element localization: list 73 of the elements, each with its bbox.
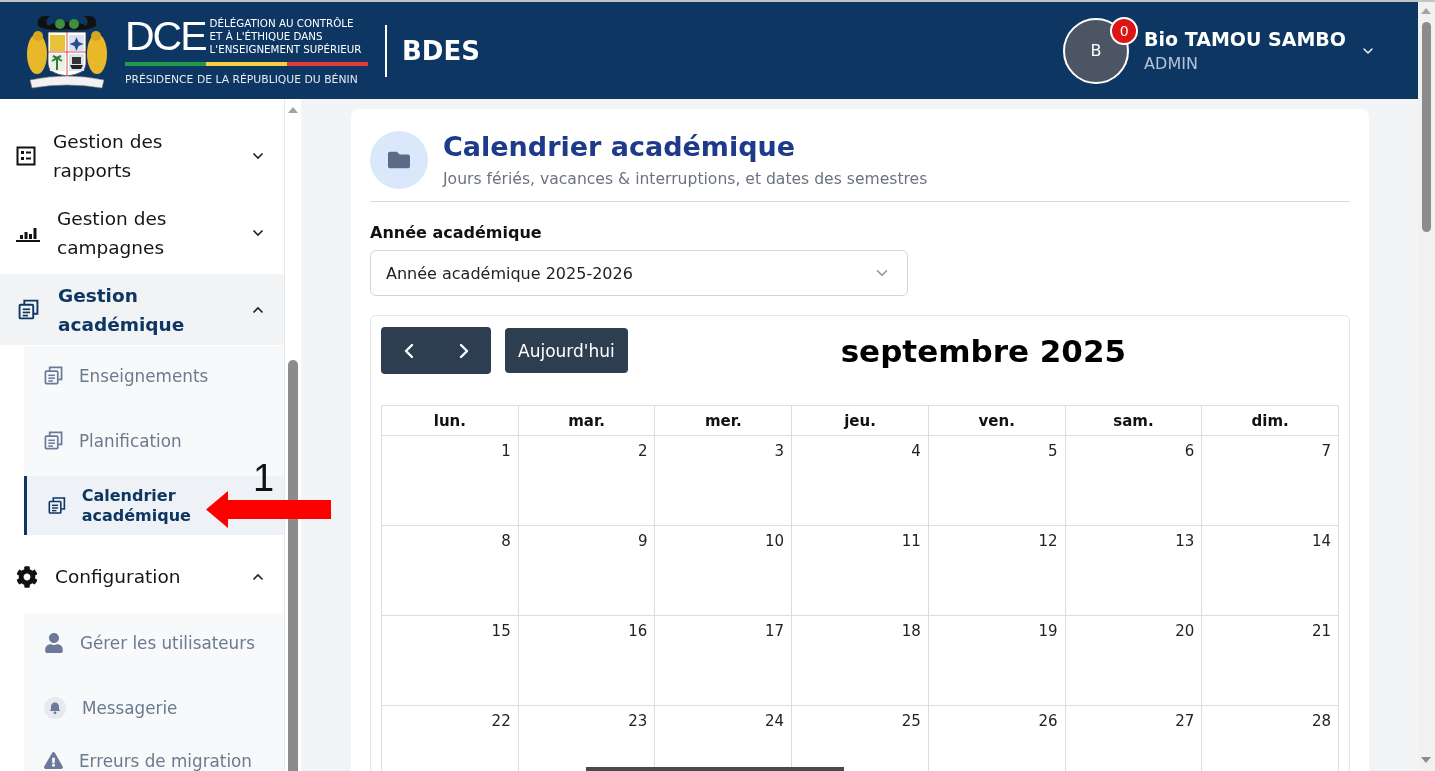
settings-icon: [16, 565, 38, 588]
weekday-header-cell: jeu.: [792, 406, 929, 436]
field-label: Année académique: [370, 223, 543, 243]
calendar-day-cell[interactable]: 15: [382, 616, 519, 706]
calendar-day-cell[interactable]: 5: [928, 436, 1066, 526]
pointer-arrow-icon: [206, 491, 331, 528]
calendar-day-cell[interactable]: 1: [382, 436, 519, 526]
user-role: ADMIN: [1144, 52, 1199, 75]
documents-icon: [48, 496, 66, 515]
logo-name-line: L'ENSEIGNEMENT SUPÉRIEUR: [209, 42, 362, 56]
calendar-day-cell[interactable]: 22: [382, 706, 519, 771]
bell-icon: [44, 696, 66, 719]
submenu-item[interactable]: Gérer les utilisateurs: [24, 613, 284, 672]
logo-name-line: ET À L'ÉTHIQUE DANS: [209, 29, 324, 43]
calendar-title: septembre 2025: [840, 332, 1127, 369]
sidebar-menu-item[interactable]: Configuration: [0, 541, 284, 612]
app-name: BDES: [402, 35, 480, 66]
calendar-day-cell[interactable]: 18: [792, 616, 929, 706]
calendar-day-cell[interactable]: 10: [655, 526, 793, 616]
chevron-up-icon: [252, 305, 264, 314]
calendar-day-cell[interactable]: 3: [655, 436, 793, 526]
calendar-day-cell[interactable]: 12: [928, 526, 1066, 616]
user-icon: [44, 632, 64, 653]
calendar-day-cell[interactable]: 19: [928, 616, 1066, 706]
sidebar-menu-item[interactable]: Gestion des rapports: [0, 120, 284, 191]
year-select[interactable]: Année académique 2025-2026: [370, 250, 908, 296]
calendar-day-cell[interactable]: 28: [1202, 706, 1339, 771]
today-button[interactable]: Aujourd'hui: [505, 328, 628, 373]
sidebar-scrollbar[interactable]: [285, 99, 301, 771]
submenu-item[interactable]: Erreurs de migration: [24, 743, 284, 771]
page-scrollbar[interactable]: [1418, 2, 1435, 771]
calendar-day-cell[interactable]: 14: [1202, 526, 1339, 616]
weekday-header-cell: mer.: [655, 406, 793, 436]
weekday-header-cell: mar.: [518, 406, 656, 436]
calendar-day-cell[interactable]: 6: [1065, 436, 1203, 526]
calendar-day-cell[interactable]: 26: [928, 706, 1066, 771]
chevron-up-icon: [252, 572, 264, 581]
warning-icon: [44, 751, 63, 770]
calendar-day-cell[interactable]: 17: [655, 616, 793, 706]
previous-button[interactable]: [381, 327, 436, 374]
calendar-day-cell[interactable]: 27: [1065, 706, 1203, 771]
list-icon: [16, 145, 36, 166]
calendar-day-cell[interactable]: 9: [518, 526, 656, 616]
documents-icon: [44, 431, 63, 450]
chevron-down-icon: [252, 228, 264, 237]
next-button[interactable]: [436, 327, 491, 374]
page-subtitle: Jours fériés, vacances & interruptions, et dates des semestres: [443, 169, 928, 190]
calendar-day-cell[interactable]: 7: [1202, 436, 1339, 526]
user-name: Bio TAMOU SAMBO: [1144, 26, 1346, 52]
chevron-down-icon: [252, 151, 264, 160]
submenu-item[interactable]: Enseignements: [24, 346, 284, 405]
sidebar-menu-item[interactable]: Gestion des campagnes: [0, 197, 284, 268]
calendar-day-cell[interactable]: 20: [1065, 616, 1203, 706]
logo-name-line: DÉLÉGATION AU CONTRÔLE: [209, 16, 355, 30]
logo-tagline: PRÉSIDENCE DE LA RÉPUBLIQUE DU BÉNIN: [125, 73, 359, 86]
calendar-day-cell[interactable]: 13: [1065, 526, 1203, 616]
logo-acronym: DCE: [125, 15, 206, 57]
sidebar-menu-item[interactable]: Gestion académique: [0, 274, 284, 345]
page-title: Calendrier académique: [443, 130, 797, 164]
documents-icon: [18, 299, 39, 320]
weekday-header-cell: dim.: [1202, 406, 1339, 436]
calendar-day-cell[interactable]: 21: [1202, 616, 1339, 706]
calendar-day-cell[interactable]: 8: [382, 526, 519, 616]
weekday-header-cell: lun.: [382, 406, 519, 436]
documents-icon: [44, 366, 63, 385]
weekday-header-cell: ven.: [928, 406, 1066, 436]
calendar-day-cell[interactable]: 2: [518, 436, 656, 526]
calendar-day-cell[interactable]: 4: [792, 436, 929, 526]
notification-badge: 0: [1110, 16, 1139, 45]
calendar-day-cell[interactable]: 16: [518, 616, 656, 706]
weekday-header-cell: sam.: [1065, 406, 1203, 436]
calendar-day-cell[interactable]: 11: [792, 526, 929, 616]
submenu-item[interactable]: Messagerie: [24, 678, 284, 737]
